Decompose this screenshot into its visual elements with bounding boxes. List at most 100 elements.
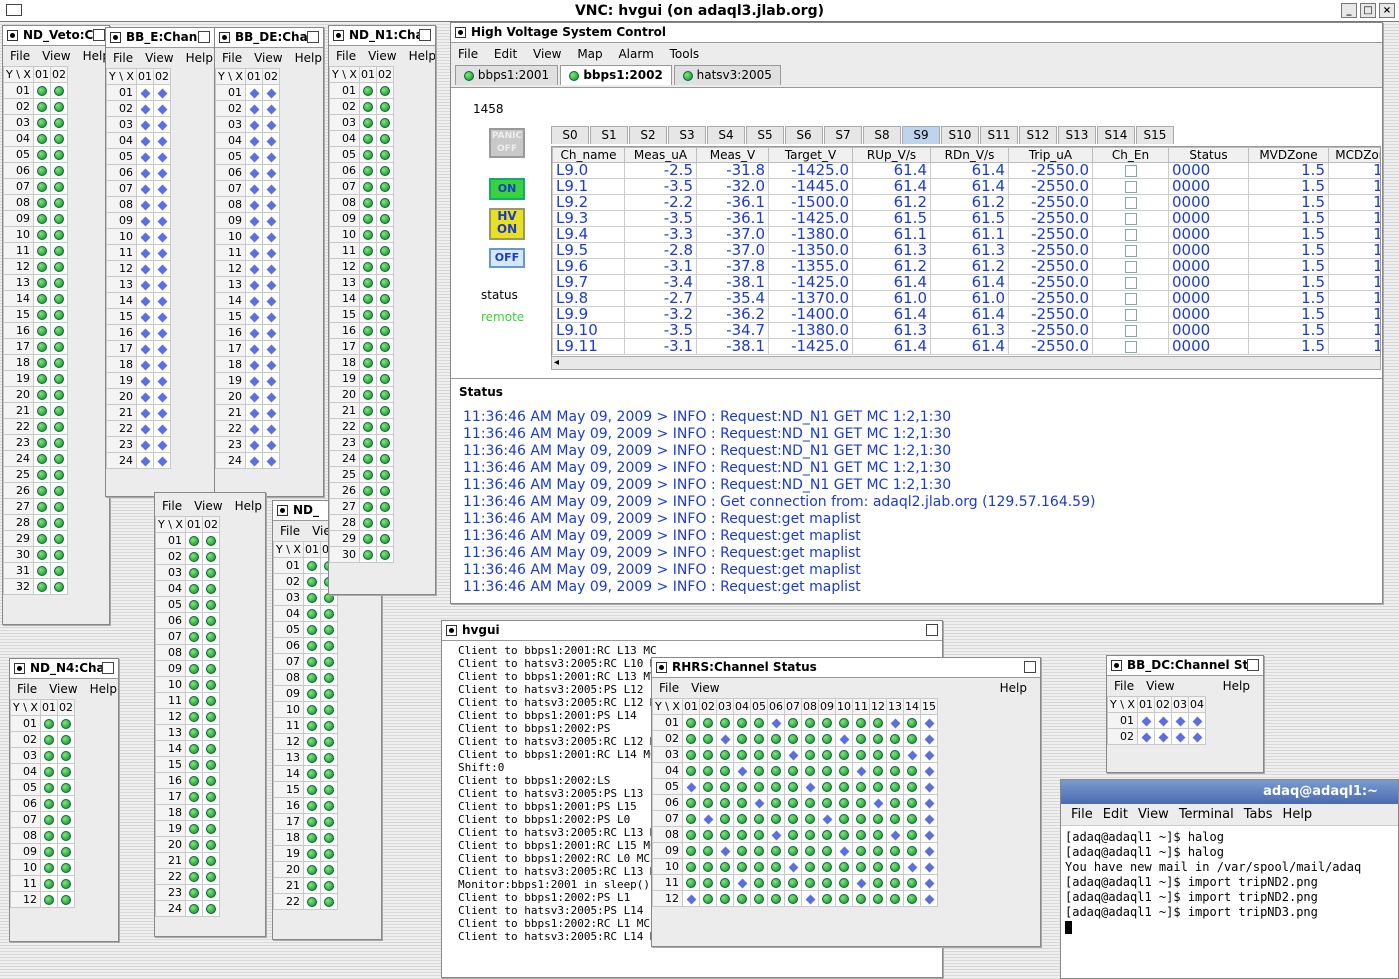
- table-cell[interactable]: [1092, 322, 1169, 339]
- channel-cell[interactable]: [136, 356, 154, 373]
- channel-cell[interactable]: [359, 482, 377, 499]
- slot-tab-s1[interactable]: S1: [590, 126, 628, 144]
- menu-view[interactable]: View: [145, 51, 173, 65]
- horizontal-scrollbar[interactable]: ◂: [551, 356, 1381, 370]
- channel-cell[interactable]: [376, 338, 394, 355]
- channel-cell[interactable]: [801, 890, 819, 907]
- channel-enable-checkbox[interactable]: [1124, 212, 1137, 225]
- channel-cell[interactable]: [784, 874, 802, 891]
- channel-cell[interactable]: [185, 852, 203, 869]
- menu-file[interactable]: File: [659, 681, 679, 695]
- channel-cell[interactable]: [818, 842, 836, 859]
- channel-cell[interactable]: [40, 827, 58, 844]
- window-menu-icon[interactable]: [455, 27, 466, 38]
- channel-cell[interactable]: [784, 746, 802, 763]
- channel-cell[interactable]: [153, 404, 171, 421]
- channel-cell[interactable]: [40, 859, 58, 876]
- channel-cell[interactable]: [153, 244, 171, 261]
- channel-cell[interactable]: [33, 162, 51, 179]
- channel-cell[interactable]: [50, 98, 68, 115]
- channel-cell[interactable]: [136, 436, 154, 453]
- channel-cell[interactable]: [40, 811, 58, 828]
- channel-cell[interactable]: [202, 596, 220, 613]
- channel-cell[interactable]: [801, 874, 819, 891]
- channel-cell[interactable]: [750, 730, 768, 747]
- channel-cell[interactable]: [699, 874, 717, 891]
- channel-cell[interactable]: [767, 778, 785, 795]
- menu-view[interactable]: View: [1138, 807, 1169, 822]
- channel-cell[interactable]: [750, 890, 768, 907]
- window-menu-icon[interactable]: [446, 625, 457, 636]
- channel-cell[interactable]: [153, 292, 171, 309]
- menu-help[interactable]: Help: [1223, 676, 1250, 696]
- channel-cell[interactable]: [376, 226, 394, 243]
- channel-cell[interactable]: [1171, 712, 1189, 729]
- channel-cell[interactable]: [903, 746, 921, 763]
- channel-cell[interactable]: [40, 891, 58, 908]
- channel-enable-checkbox[interactable]: [1124, 180, 1137, 193]
- channel-cell[interactable]: [202, 740, 220, 757]
- channel-enable-checkbox[interactable]: [1124, 228, 1137, 241]
- channel-cell[interactable]: [185, 596, 203, 613]
- channel-cell[interactable]: [716, 762, 734, 779]
- menu-file[interactable]: File: [162, 499, 182, 513]
- channel-cell[interactable]: [784, 730, 802, 747]
- channel-cell[interactable]: [359, 306, 377, 323]
- channel-cell[interactable]: [869, 858, 887, 875]
- channel-cell[interactable]: [835, 810, 853, 827]
- table-cell[interactable]: [1092, 290, 1169, 307]
- channel-cell[interactable]: [801, 794, 819, 811]
- channel-cell[interactable]: [50, 434, 68, 451]
- terminal-titlebar[interactable]: adaq@adaql1:~: [1061, 780, 1398, 804]
- table-cell[interactable]: 1.5: [1248, 338, 1329, 355]
- channel-cell[interactable]: [33, 290, 51, 307]
- channel-cell[interactable]: [920, 858, 938, 875]
- channel-cell[interactable]: [40, 843, 58, 860]
- channel-cell[interactable]: [359, 450, 377, 467]
- table-cell[interactable]: [1092, 226, 1169, 243]
- channel-enable-checkbox[interactable]: [1124, 340, 1137, 353]
- channel-cell[interactable]: [376, 290, 394, 307]
- channel-cell[interactable]: [699, 890, 717, 907]
- channel-cell[interactable]: [920, 842, 938, 859]
- channel-cell[interactable]: [202, 532, 220, 549]
- channel-cell[interactable]: [818, 730, 836, 747]
- terminal-output[interactable]: [adaq@adaql1 ~]$ halog [adaq@adaql1 ~]$ h…: [1061, 826, 1398, 934]
- channel-cell[interactable]: [376, 514, 394, 531]
- channel-cell[interactable]: [33, 354, 51, 371]
- channel-cell[interactable]: [153, 260, 171, 277]
- channel-cell[interactable]: [202, 628, 220, 645]
- channel-cell[interactable]: [682, 746, 700, 763]
- channel-cell[interactable]: [699, 778, 717, 795]
- menu-alarm[interactable]: Alarm: [618, 47, 653, 61]
- channel-cell[interactable]: [50, 178, 68, 195]
- channel-cell[interactable]: [767, 874, 785, 891]
- channel-cell[interactable]: [50, 370, 68, 387]
- channel-cell[interactable]: [359, 498, 377, 515]
- channel-cell[interactable]: [359, 290, 377, 307]
- channel-cell[interactable]: [40, 747, 58, 764]
- channel-cell[interactable]: [33, 210, 51, 227]
- channel-cell[interactable]: [245, 292, 263, 309]
- channel-cell[interactable]: [262, 180, 280, 197]
- channel-cell[interactable]: [835, 890, 853, 907]
- channel-cell[interactable]: [50, 322, 68, 339]
- tab-bbps1-2001[interactable]: bbps1:2001: [455, 65, 559, 85]
- channel-cell[interactable]: [376, 466, 394, 483]
- channel-cell[interactable]: [262, 340, 280, 357]
- table-cell[interactable]: [1092, 194, 1169, 211]
- channel-cell[interactable]: [245, 228, 263, 245]
- channel-cell[interactable]: [33, 562, 51, 579]
- channel-cell[interactable]: [852, 890, 870, 907]
- channel-cell[interactable]: [801, 826, 819, 843]
- channel-cell[interactable]: [376, 194, 394, 211]
- window-menu-icon[interactable]: [277, 505, 288, 516]
- channel-cell[interactable]: [376, 370, 394, 387]
- channel-cell[interactable]: [245, 132, 263, 149]
- channel-cell[interactable]: [50, 530, 68, 547]
- channel-cell[interactable]: [886, 874, 904, 891]
- tab-hatsv3-2005[interactable]: hatsv3:2005: [673, 65, 781, 85]
- channel-cell[interactable]: [185, 868, 203, 885]
- channel-cell[interactable]: [245, 404, 263, 421]
- channel-cell[interactable]: [57, 795, 75, 812]
